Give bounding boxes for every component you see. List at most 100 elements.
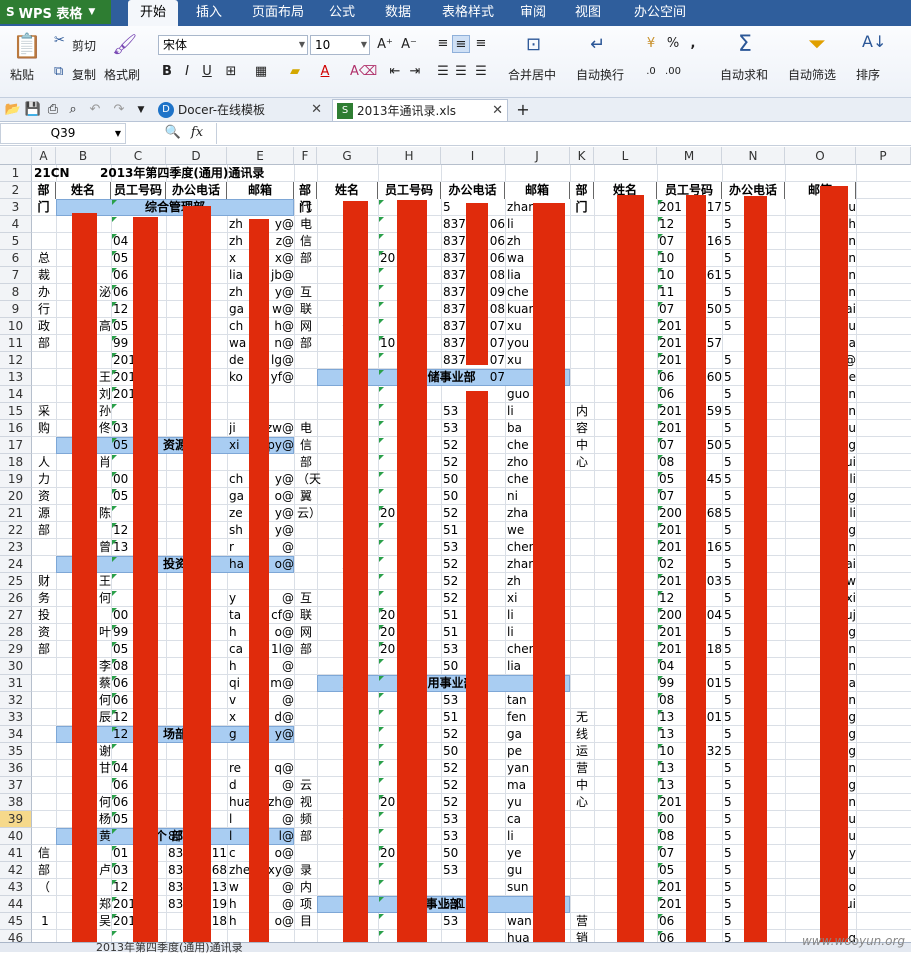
indent-decrease-icon[interactable]: ⇤ bbox=[386, 63, 404, 81]
row-header-2[interactable]: 2 bbox=[0, 182, 32, 199]
decrease-font-icon[interactable]: A⁻ bbox=[400, 36, 418, 54]
row-header-40[interactable]: 40 bbox=[0, 828, 32, 845]
formula-input[interactable] bbox=[216, 123, 911, 144]
column-header-I[interactable]: I bbox=[441, 147, 505, 165]
row-header-42[interactable]: 42 bbox=[0, 862, 32, 879]
decimal-decrease-button[interactable]: .00 bbox=[664, 63, 682, 81]
align-right-icon[interactable]: ☰ bbox=[472, 63, 490, 81]
clear-format-icon[interactable]: A⌫ bbox=[350, 63, 377, 81]
row-header-46[interactable]: 46 bbox=[0, 930, 32, 942]
menu-tab-8[interactable]: 视图 bbox=[568, 0, 608, 26]
row-header-32[interactable]: 32 bbox=[0, 692, 32, 709]
column-header-J[interactable]: J bbox=[505, 147, 570, 165]
sort-button[interactable]: 排序 bbox=[856, 66, 880, 83]
new-tab-icon[interactable]: + bbox=[514, 101, 532, 119]
column-header-K[interactable]: K bbox=[570, 147, 594, 165]
row-header-12[interactable]: 12 bbox=[0, 352, 32, 369]
tab-docer-templates[interactable]: D Docer-在线模板 ✕ bbox=[154, 99, 326, 121]
column-header-B[interactable]: B bbox=[56, 147, 111, 165]
row-header-43[interactable]: 43 bbox=[0, 879, 32, 896]
row-header-23[interactable]: 23 bbox=[0, 539, 32, 556]
tab-workbook[interactable]: S 2013年通讯录.xls ✕ bbox=[332, 99, 508, 121]
menu-tab-3[interactable]: 页面布局 bbox=[241, 0, 315, 26]
row-header-26[interactable]: 26 bbox=[0, 590, 32, 607]
open-folder-icon[interactable]: 📂 bbox=[4, 101, 22, 119]
column-header-L[interactable]: L bbox=[594, 147, 657, 165]
merge-center-icon[interactable]: ⊡ bbox=[526, 34, 541, 55]
auto-wrap-button[interactable]: 自动换行 bbox=[576, 66, 624, 83]
column-header-A[interactable]: A bbox=[32, 147, 56, 165]
row-header-13[interactable]: 13 bbox=[0, 369, 32, 386]
row-header-20[interactable]: 20 bbox=[0, 488, 32, 505]
row-header-38[interactable]: 38 bbox=[0, 794, 32, 811]
sum-icon[interactable]: Σ bbox=[738, 32, 752, 57]
menu-tab-4[interactable]: 公式 bbox=[322, 0, 362, 26]
menu-tab-7[interactable]: 审阅 bbox=[513, 0, 553, 26]
row-header-37[interactable]: 37 bbox=[0, 777, 32, 794]
column-header-P[interactable]: P bbox=[856, 147, 911, 165]
menu-tab-5[interactable]: 数据 bbox=[378, 0, 418, 26]
indent-increase-icon[interactable]: ⇥ bbox=[406, 63, 424, 81]
paste-button[interactable]: 粘贴 bbox=[10, 66, 34, 83]
row-header-35[interactable]: 35 bbox=[0, 743, 32, 760]
row-header-11[interactable]: 11 bbox=[0, 335, 32, 352]
corner-select-all[interactable] bbox=[0, 147, 32, 165]
align-left-icon[interactable]: ☰ bbox=[434, 63, 452, 81]
sort-icon[interactable]: A↓ bbox=[862, 32, 886, 51]
font-color-icon[interactable]: A bbox=[316, 63, 334, 81]
row-header-36[interactable]: 36 bbox=[0, 760, 32, 777]
align-center-icon[interactable]: ☰ bbox=[452, 63, 470, 81]
row-header-14[interactable]: 14 bbox=[0, 386, 32, 403]
bold-button[interactable]: B bbox=[158, 63, 176, 81]
row-header-18[interactable]: 18 bbox=[0, 454, 32, 471]
zoom-search-icon[interactable]: 🔍 bbox=[164, 124, 182, 142]
align-bottom-icon[interactable]: ≡ bbox=[472, 35, 490, 53]
save-icon[interactable]: 💾 bbox=[24, 101, 42, 119]
row-header-5[interactable]: 5 bbox=[0, 233, 32, 250]
row-header-17[interactable]: 17 bbox=[0, 437, 32, 454]
row-header-1[interactable]: 1 bbox=[0, 165, 32, 182]
menu-tab-1[interactable]: 开始 bbox=[128, 0, 178, 26]
filter-icon[interactable]: ⏷ bbox=[808, 32, 826, 57]
auto-wrap-icon[interactable]: ↵ bbox=[590, 34, 605, 55]
cell[interactable]: 1 bbox=[34, 913, 56, 930]
borders-icon[interactable]: ⊞ bbox=[222, 63, 240, 81]
italic-button[interactable]: I bbox=[178, 63, 196, 81]
app-menu-button[interactable]: S WPS 表格 ▼ bbox=[0, 0, 111, 24]
column-header-M[interactable]: M bbox=[657, 147, 722, 165]
format-painter-button[interactable]: 格式刷 bbox=[104, 66, 140, 83]
row-header-34[interactable]: 34 bbox=[0, 726, 32, 743]
underline-button[interactable]: U bbox=[198, 63, 216, 81]
row-header-22[interactable]: 22 bbox=[0, 522, 32, 539]
fill-color-icon[interactable]: ▰ bbox=[286, 63, 304, 81]
row-header-16[interactable]: 16 bbox=[0, 420, 32, 437]
auto-filter-button[interactable]: 自动筛选 bbox=[788, 66, 836, 83]
row-header-3[interactable]: 3 bbox=[0, 199, 32, 216]
merge-center-button[interactable]: 合并居中 bbox=[508, 66, 556, 83]
column-header-E[interactable]: E bbox=[227, 147, 294, 165]
print-icon[interactable]: ⎙ bbox=[44, 101, 62, 119]
row-header-39[interactable]: 39 bbox=[0, 811, 32, 828]
row-header-9[interactable]: 9 bbox=[0, 301, 32, 318]
currency-icon[interactable]: ¥ bbox=[642, 35, 660, 53]
row-header-21[interactable]: 21 bbox=[0, 505, 32, 522]
quick-access-more-icon[interactable]: ▼ bbox=[132, 101, 150, 119]
comma-button[interactable]: , bbox=[684, 35, 702, 53]
cell-style-icon[interactable]: ▦ bbox=[252, 63, 270, 81]
row-header-25[interactable]: 25 bbox=[0, 573, 32, 590]
name-box[interactable]: Q39 ▼ bbox=[0, 123, 126, 144]
cell-a1[interactable]: 21CN bbox=[34, 165, 94, 182]
align-middle-icon[interactable]: ≡ bbox=[452, 35, 470, 53]
row-header-19[interactable]: 19 bbox=[0, 471, 32, 488]
close-icon[interactable]: ✕ bbox=[311, 99, 322, 121]
row-header-4[interactable]: 4 bbox=[0, 216, 32, 233]
column-header-G[interactable]: G bbox=[317, 147, 378, 165]
function-button[interactable]: fx bbox=[188, 124, 206, 142]
row-header-6[interactable]: 6 bbox=[0, 250, 32, 267]
column-header-N[interactable]: N bbox=[722, 147, 785, 165]
row-header-27[interactable]: 27 bbox=[0, 607, 32, 624]
row-header-24[interactable]: 24 bbox=[0, 556, 32, 573]
percent-button[interactable]: % bbox=[664, 35, 682, 53]
row-header-10[interactable]: 10 bbox=[0, 318, 32, 335]
row-header-45[interactable]: 45 bbox=[0, 913, 32, 930]
